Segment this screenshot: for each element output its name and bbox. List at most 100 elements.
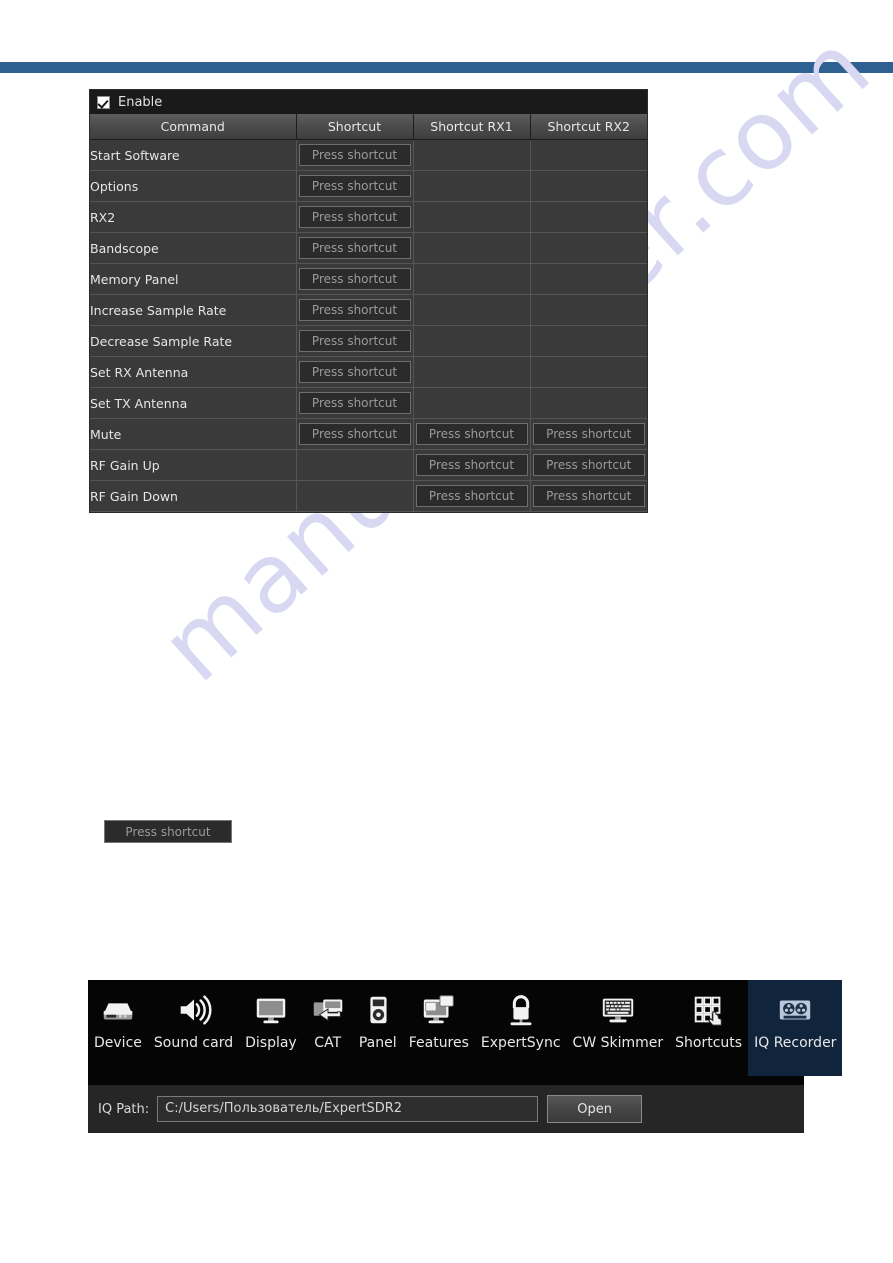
toolbar-item-display[interactable]: Display bbox=[239, 980, 303, 1076]
monitor-icon bbox=[252, 989, 290, 1031]
column-header-command[interactable]: Command bbox=[90, 114, 297, 140]
shortcut-rx1-cell: Press shortcut bbox=[413, 449, 531, 481]
command-cell: RF Gain Up bbox=[90, 449, 297, 481]
hard-drive-icon bbox=[99, 989, 137, 1031]
shortcut-cell: Press shortcut bbox=[296, 201, 414, 233]
shortcut-rx1-cell bbox=[413, 232, 531, 264]
shortcut-cell: Press shortcut bbox=[296, 232, 414, 264]
enable-checkbox[interactable] bbox=[97, 95, 110, 109]
press-shortcut-rx2-button[interactable]: Press shortcut bbox=[532, 485, 645, 507]
standalone-press-shortcut-button[interactable]: Press shortcut bbox=[104, 820, 232, 843]
shortcut-rx1-cell bbox=[413, 325, 531, 357]
shortcut-rx1-cell bbox=[413, 170, 531, 202]
press-shortcut-button[interactable]: Press shortcut bbox=[298, 423, 411, 445]
shortcut-rx2-cell bbox=[530, 294, 647, 326]
keyboard-icon bbox=[599, 989, 637, 1031]
command-cell: RF Gain Down bbox=[90, 480, 297, 512]
shortcut-rx1-cell: Press shortcut bbox=[413, 418, 531, 450]
press-shortcut-button[interactable]: Press shortcut bbox=[298, 299, 411, 321]
enable-row[interactable]: Enable bbox=[90, 90, 647, 114]
toolbar-item-sound-card[interactable]: Sound card bbox=[148, 980, 239, 1076]
table-header-row: Command Shortcut Shortcut RX1 Shortcut R… bbox=[90, 114, 647, 140]
command-cell: Increase Sample Rate bbox=[90, 294, 297, 326]
shortcut-rx2-cell: Press shortcut bbox=[530, 480, 647, 512]
shortcut-rx1-cell bbox=[413, 294, 531, 326]
toolbar-item-device[interactable]: Device bbox=[88, 980, 148, 1076]
shortcut-rx2-cell: Press shortcut bbox=[530, 449, 647, 481]
press-shortcut-rx1-button[interactable]: Press shortcut bbox=[415, 423, 528, 445]
command-cell: RX2 bbox=[90, 201, 297, 233]
toolbar-item-label: ExpertSync bbox=[480, 1035, 561, 1051]
press-shortcut-rx1-button[interactable]: Press shortcut bbox=[415, 454, 528, 476]
column-header-shortcut-rx1[interactable]: Shortcut RX1 bbox=[413, 114, 531, 140]
press-shortcut-button[interactable]: Press shortcut bbox=[298, 361, 411, 383]
table-row: Set TX Antenna Press shortcut bbox=[90, 387, 647, 419]
shortcut-cell: Press shortcut bbox=[296, 139, 414, 171]
shortcut-cell: Press shortcut bbox=[296, 294, 414, 326]
toolbar-item-label: Panel bbox=[358, 1035, 397, 1051]
press-shortcut-rx2-button[interactable]: Press shortcut bbox=[532, 423, 645, 445]
table-row: Set RX Antenna Press shortcut bbox=[90, 356, 647, 388]
shortcut-cell: Press shortcut bbox=[296, 263, 414, 295]
command-cell: Set RX Antenna bbox=[90, 356, 297, 388]
press-shortcut-button[interactable]: Press shortcut bbox=[298, 206, 411, 228]
shortcut-cell: Press shortcut bbox=[296, 170, 414, 202]
toolbar-item-label: Display bbox=[245, 1035, 297, 1051]
shortcut-rx2-cell bbox=[530, 263, 647, 295]
column-header-shortcut-rx2[interactable]: Shortcut RX2 bbox=[530, 114, 647, 140]
shortcut-rx2-cell bbox=[530, 170, 647, 202]
press-shortcut-button[interactable]: Press shortcut bbox=[298, 330, 411, 352]
shortcut-rx2-cell bbox=[530, 356, 647, 388]
toolbar-item-cat[interactable]: CAT bbox=[303, 980, 353, 1076]
press-shortcut-button[interactable]: Press shortcut bbox=[298, 392, 411, 414]
toolbar-item-iq-recorder[interactable]: IQ Recorder bbox=[748, 980, 843, 1076]
shortcut-cell: Press shortcut bbox=[296, 387, 414, 419]
tape-reels-icon bbox=[776, 989, 814, 1031]
shortcut-rx2-cell: Press shortcut bbox=[530, 418, 647, 450]
toolbar-item-panel[interactable]: Panel bbox=[353, 980, 403, 1076]
press-shortcut-button[interactable]: Press shortcut bbox=[298, 144, 411, 166]
table-row: Increase Sample Rate Press shortcut bbox=[90, 294, 647, 326]
two-monitors-icon bbox=[420, 989, 458, 1031]
table-row: Start Software Press shortcut bbox=[90, 139, 647, 171]
toolbar-item-features[interactable]: Features bbox=[403, 980, 475, 1076]
toolbar-item-label: IQ Recorder bbox=[754, 1035, 837, 1051]
shortcut-cell bbox=[296, 480, 414, 512]
table-row: Memory Panel Press shortcut bbox=[90, 263, 647, 295]
table-row: RX2 Press shortcut bbox=[90, 201, 647, 233]
panel-device-icon bbox=[359, 989, 397, 1031]
shortcut-cell: Press shortcut bbox=[296, 325, 414, 357]
press-shortcut-rx2-button[interactable]: Press shortcut bbox=[532, 454, 645, 476]
iq-path-input[interactable]: C:/Users/Пользователь/ExpertSDR2 bbox=[157, 1096, 539, 1122]
press-shortcut-button[interactable]: Press shortcut bbox=[298, 175, 411, 197]
table-row: Decrease Sample Rate Press shortcut bbox=[90, 325, 647, 357]
command-cell: Memory Panel bbox=[90, 263, 297, 295]
shortcut-cell: Press shortcut bbox=[296, 418, 414, 450]
press-shortcut-rx1-button[interactable]: Press shortcut bbox=[415, 485, 528, 507]
settings-window: Device Sound card Display CAT Panel Features E… bbox=[88, 980, 843, 1133]
toolbar-item-cw-skimmer[interactable]: CW Skimmer bbox=[567, 980, 670, 1076]
table-row: Options Press shortcut bbox=[90, 170, 647, 202]
shortcut-rx2-cell bbox=[530, 232, 647, 264]
column-header-shortcut[interactable]: Shortcut bbox=[296, 114, 414, 140]
toolbar-item-shortcuts[interactable]: Shortcuts bbox=[669, 980, 748, 1076]
toolbar-item-label: CAT bbox=[314, 1035, 342, 1051]
shortcut-rx1-cell bbox=[413, 201, 531, 233]
table-row: RF Gain Up Press shortcut Press shortcut bbox=[90, 449, 647, 481]
press-shortcut-button[interactable]: Press shortcut bbox=[298, 268, 411, 290]
shortcut-cell: Press shortcut bbox=[296, 356, 414, 388]
enable-label: Enable bbox=[118, 94, 163, 110]
shortcut-rx1-cell bbox=[413, 356, 531, 388]
shortcut-rx1-cell bbox=[413, 139, 531, 171]
table-row: Bandscope Press shortcut bbox=[90, 232, 647, 264]
press-shortcut-button[interactable]: Press shortcut bbox=[298, 237, 411, 259]
table-row: RF Gain Down Press shortcut Press shortcut bbox=[90, 480, 647, 512]
command-cell: Mute bbox=[90, 418, 297, 450]
open-button[interactable]: Open bbox=[547, 1095, 643, 1123]
iq-path-bar: IQ Path: C:/Users/Пользователь/ExpertSDR… bbox=[88, 1085, 804, 1133]
settings-toolbar: Device Sound card Display CAT Panel Features E… bbox=[88, 980, 843, 1085]
toolbar-item-label: Device bbox=[94, 1035, 142, 1051]
shortcut-rx2-cell bbox=[530, 201, 647, 233]
cat-transfer-icon bbox=[309, 989, 347, 1031]
toolbar-item-expertsync[interactable]: ExpertSync bbox=[475, 980, 567, 1076]
